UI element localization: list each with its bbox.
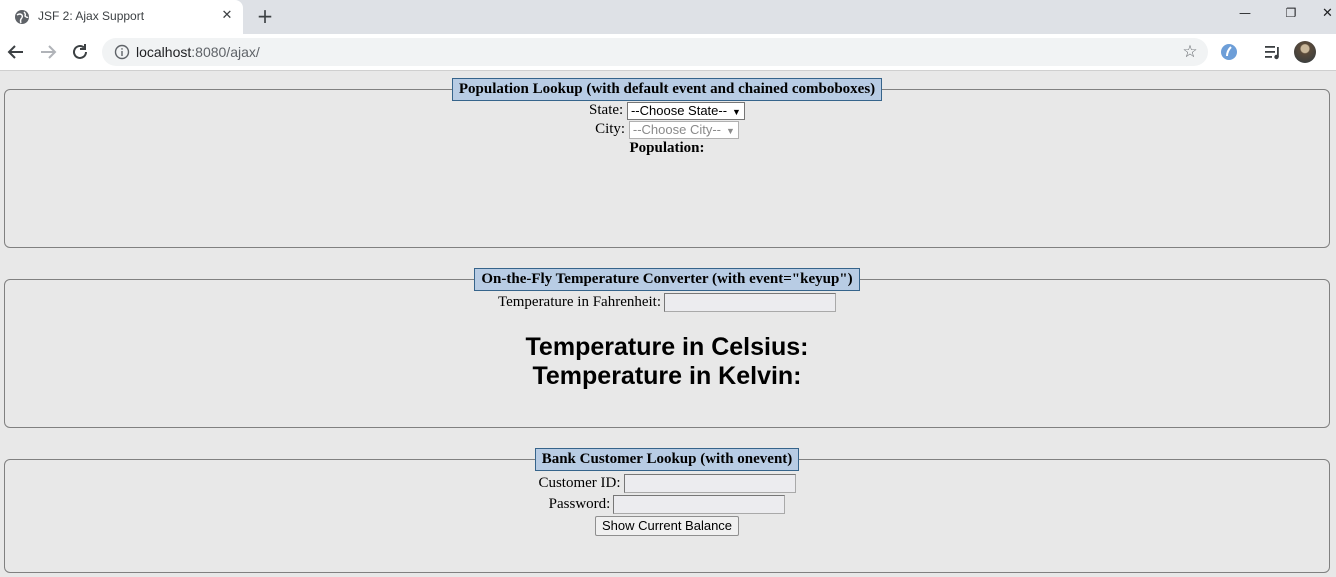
forward-arrow-icon[interactable] [36,40,60,64]
balance-button-row: Show Current Balance [5,516,1329,536]
state-select[interactable]: --Choose State-- ▼ [626,101,745,120]
tab-strip: JSF 2: Ajax Support ✕ + — ❐ ✕ [0,0,1336,34]
show-balance-button[interactable]: Show Current Balance [594,516,740,536]
window-close-button[interactable]: ✕ [1322,6,1336,26]
minimize-button[interactable]: — [1233,6,1257,26]
toolbar: localhost:8080/ajax/ ☆ [0,34,1336,71]
url-path: :8080/ajax/ [191,44,260,60]
address-bar[interactable]: localhost:8080/ajax/ ☆ [102,38,1208,66]
profile-avatar[interactable] [1294,41,1316,63]
temperature-legend: On-the-Fly Temperature Converter (with e… [474,268,860,291]
bookmark-star-icon[interactable]: ☆ [1180,42,1200,62]
url-host: localhost [136,44,192,60]
city-row: City: --Choose City-- ▼ [5,120,1329,139]
reload-icon[interactable] [68,40,92,64]
password-input[interactable] [613,495,786,515]
bank-legend: Bank Customer Lookup (with onevent) [534,448,800,471]
password-label: Password: [548,496,611,512]
city-select[interactable]: --Choose City-- ▼ [628,120,739,139]
kelvin-output: Temperature in Kelvin: [532,362,802,391]
customer-id-row: Customer ID: [5,473,1329,494]
population-row: Population: [5,139,1329,158]
password-row: Password: [5,494,1329,515]
dropdown-arrow-icon: ▼ [732,106,741,117]
customer-id-label: Customer ID: [538,475,621,491]
media-control-icon[interactable] [1264,43,1282,61]
city-label: City: [595,121,626,137]
population-legend: Population Lookup (with default event an… [451,78,883,101]
dropdown-arrow-icon: ▼ [725,125,735,136]
city-selected: --Choose City-- [632,121,721,137]
tab-close-icon[interactable]: ✕ [218,7,236,25]
new-tab-button[interactable]: + [254,6,276,28]
state-selected: --Choose State-- [630,102,728,118]
tab-title: JSF 2: Ajax Support [38,9,145,23]
browser-tab[interactable]: JSF 2: Ajax Support ✕ [0,0,243,34]
page-content: Population Lookup (with default event an… [0,71,1336,577]
restore-button[interactable]: ❐ [1279,6,1303,26]
extension-icon[interactable] [1220,43,1238,61]
info-icon[interactable] [114,44,130,60]
temperature-panel: On-the-Fly Temperature Converter (with e… [4,268,1330,428]
globe-icon [15,10,29,24]
back-arrow-icon[interactable] [4,40,28,64]
population-panel: Population Lookup (with default event an… [4,78,1330,248]
population-label: Population: [629,140,705,156]
fahrenheit-input[interactable] [664,293,837,313]
bank-panel: Bank Customer Lookup (with onevent) Cust… [4,448,1330,573]
url-text[interactable]: localhost:8080/ajax/ [136,44,260,60]
fahrenheit-row: Temperature in Fahrenheit: [5,293,1329,313]
state-label: State: [589,102,624,118]
customer-id-input[interactable] [623,474,796,494]
fahrenheit-label: Temperature in Fahrenheit: [497,294,662,310]
celsius-output: Temperature in Celsius: [525,333,809,362]
state-row: State: --Choose State-- ▼ [5,101,1329,120]
